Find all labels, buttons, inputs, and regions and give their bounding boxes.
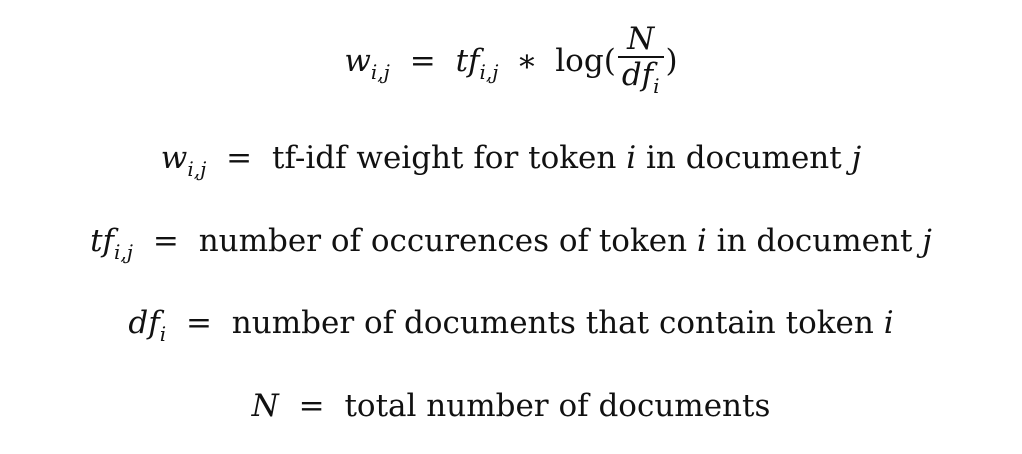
definition-variable-i: i [626,140,637,176]
formula-numerator: N [617,22,664,58]
formula-close-paren: ) [665,43,678,79]
definition-w: wi,j = tf-idf weight for token i in docu… [0,138,1022,189]
formula-open-paren: ( [603,43,616,79]
definition-equals: = [226,140,253,176]
formula-fraction: Ndfi [617,22,664,103]
definition-symbol: df [128,305,160,341]
definition-text: total number of documents [344,388,771,424]
definition-text: in document [706,223,923,259]
definition-variable-j: j [922,223,932,259]
definition-tf: tfi,j = number of occurences of token i … [0,221,1022,272]
definition-df: dfi = number of documents that contain t… [0,303,1022,354]
formula-equals: = [409,43,436,79]
formula-denominator-subscript: i [653,74,660,98]
formula-denominator-symbol: df [621,57,654,93]
definition-subscript: i,j [114,240,133,264]
formula-tf-subscript: i,j [479,60,499,84]
tfidf-formula: wi,j = tfi,j ∗ log(Ndfi) [0,22,1022,103]
formula-tf-symbol: tf [455,43,480,79]
formula-page: wi,j = tfi,j ∗ log(Ndfi) wi,j = tf-idf w… [0,0,1022,454]
definition-text: tf-idf weight for token [272,140,627,176]
definition-symbol: N [251,388,279,424]
definition-variable-j: j [851,140,862,176]
formula-lhs-symbol: w [344,43,371,79]
definition-equals: = [298,388,325,424]
definition-symbol: w [160,140,188,176]
definition-text: number of occurences of token [198,223,697,259]
definition-equals: = [185,305,212,341]
formula-lhs-subscript: i,j [370,60,390,84]
definition-subscript: i,j [187,157,207,181]
definition-subscript: i [159,322,167,346]
definition-equals: = [152,223,179,259]
formula-multiply: ∗ [516,43,538,79]
definition-variable-i: i [883,305,894,341]
definition-variable-i: i [696,223,707,259]
definition-text: number of documents that contain token [231,305,884,341]
definition-n: N = total number of documents [0,386,1022,426]
formula-log: log [555,43,604,79]
formula-denominator: dfi [618,58,664,103]
definition-symbol: tf [90,223,115,259]
definition-text: in document [636,140,852,176]
